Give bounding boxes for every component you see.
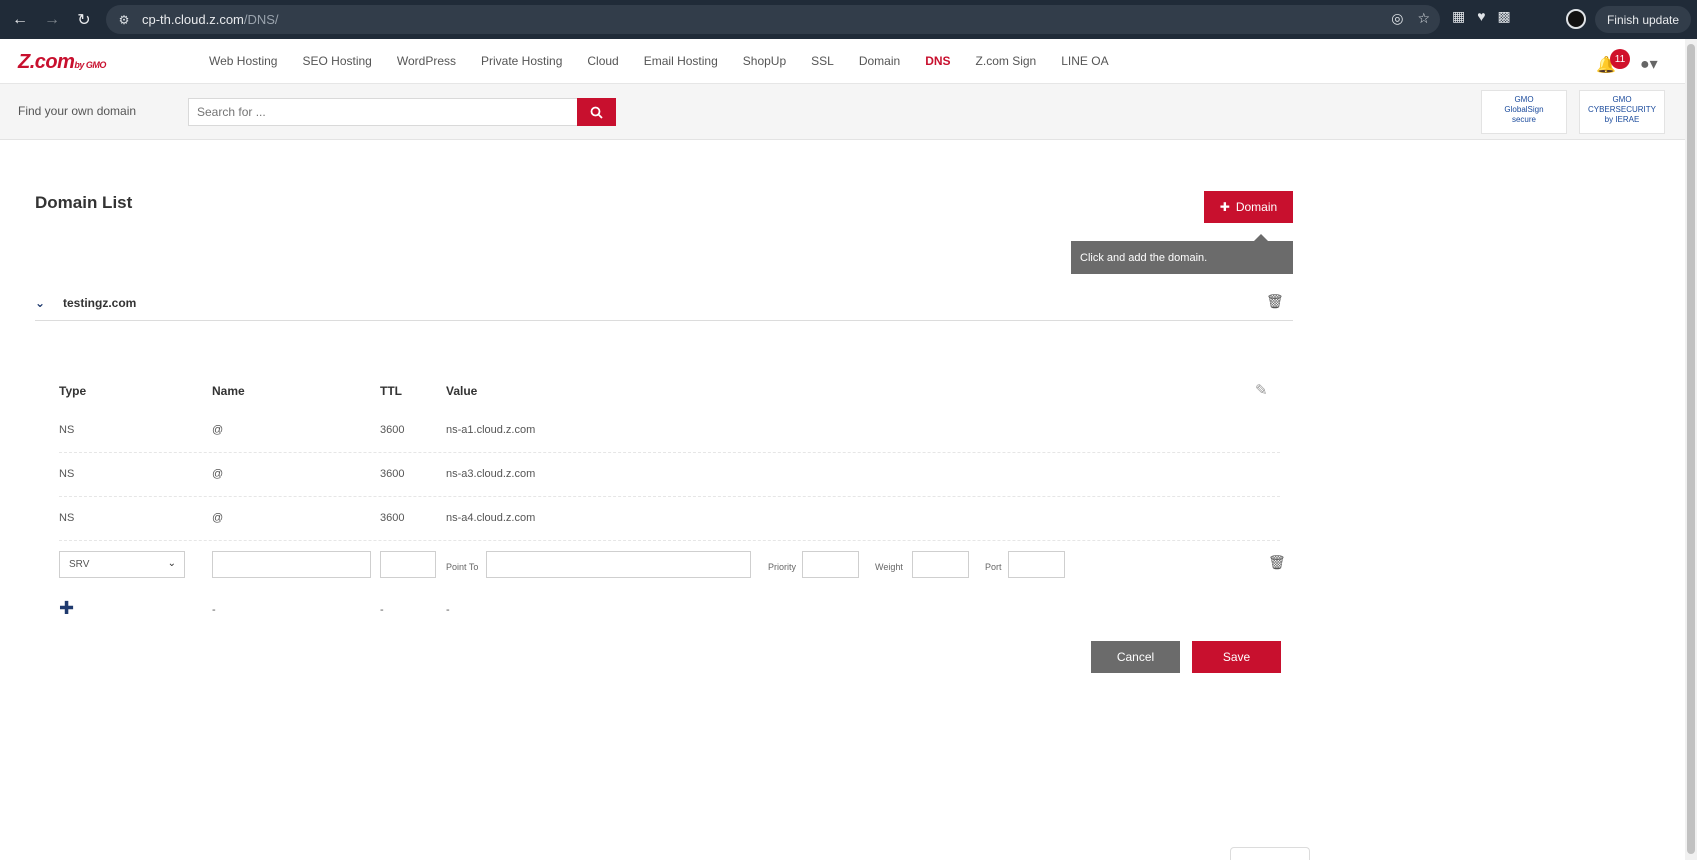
record-name: @	[212, 424, 224, 436]
puzzle-icon[interactable]: ▩	[1498, 8, 1511, 25]
add-record-row: ✚ - - -	[59, 598, 1280, 620]
user-icon[interactable]: ●▾	[1640, 54, 1658, 74]
nav-web-hosting[interactable]: Web Hosting	[209, 54, 277, 68]
zcom-logo[interactable]: Z.comby GMO	[18, 51, 106, 74]
domain-accordion-header[interactable]: ⌄ testingz.com 🗑	[35, 290, 1293, 321]
record-value: ns-a1.cloud.z.com	[446, 424, 536, 436]
weight-input[interactable]	[912, 551, 969, 578]
record-ttl-input[interactable]	[380, 551, 436, 578]
table-row: NS @ 3600 ns-a1.cloud.z.com	[59, 409, 1280, 453]
nav-domain[interactable]: Domain	[859, 54, 900, 68]
weight-label: Weight	[875, 562, 903, 572]
nav-private-hosting[interactable]: Private Hosting	[481, 54, 562, 68]
point-to-label: Point To	[446, 562, 479, 572]
add-domain-button[interactable]: ✚ Domain	[1204, 191, 1293, 223]
record-name-input[interactable]	[212, 551, 371, 578]
port-label: Port	[985, 562, 1002, 572]
notification-badge: 11	[1610, 49, 1630, 69]
record-value: ns-a4.cloud.z.com	[446, 512, 536, 524]
save-button[interactable]: Save	[1192, 641, 1281, 673]
forward-icon[interactable]: →	[40, 8, 64, 32]
url-text: cp-th.cloud.z.com/DNS/	[142, 12, 279, 27]
add-domain-tooltip: Click and add the domain.	[1071, 234, 1293, 274]
chevron-down-icon: ⌄	[167, 558, 176, 569]
scrollbar-thumb[interactable]	[1687, 44, 1695, 854]
finish-update-button[interactable]: Finish update	[1595, 6, 1691, 33]
add-row-value: -	[446, 604, 450, 616]
record-type-select[interactable]: SRV ⌄	[59, 551, 185, 578]
add-row-name: -	[212, 604, 216, 616]
cancel-button[interactable]: Cancel	[1091, 641, 1180, 673]
pencil-icon[interactable]: ✎	[1255, 381, 1268, 399]
browser-toolbar: ← → ↻ ⚙ cp-th.cloud.z.com/DNS/ ◎ ☆ ▦ ♥ ▩…	[0, 0, 1697, 39]
priority-label: Priority	[768, 562, 797, 572]
nav-cloud[interactable]: Cloud	[587, 54, 618, 68]
point-to-input[interactable]	[486, 551, 751, 578]
main-nav: Web Hosting SEO Hosting WordPress Privat…	[209, 54, 1134, 68]
search-button[interactable]	[577, 98, 616, 126]
nav-email-hosting[interactable]: Email Hosting	[644, 54, 718, 68]
nav-wordpress[interactable]: WordPress	[397, 54, 456, 68]
nav-seo-hosting[interactable]: SEO Hosting	[302, 54, 371, 68]
trash-icon[interactable]: 🗑	[1266, 293, 1284, 310]
record-ttl: 3600	[380, 424, 405, 436]
domain-name: testingz.com	[63, 296, 137, 310]
table-row: NS @ 3600 ns-a4.cloud.z.com	[59, 497, 1280, 541]
record-type: NS	[59, 468, 75, 480]
chevron-down-icon[interactable]: ⌄	[35, 296, 45, 310]
record-ttl: 3600	[380, 468, 405, 480]
eye-slash-icon[interactable]: ◎	[1391, 10, 1403, 27]
ierae-badge[interactable]: GMO CYBERSECURITY by IERAE	[1579, 90, 1665, 134]
nav-shopup[interactable]: ShopUp	[743, 54, 786, 68]
column-name: Name	[212, 384, 245, 398]
site-header: Z.comby GMO Web Hosting SEO Hosting Word…	[0, 39, 1685, 84]
nav-zcom-sign[interactable]: Z.com Sign	[976, 54, 1037, 68]
record-type: NS	[59, 512, 75, 524]
port-input[interactable]	[1008, 551, 1065, 578]
domain-search-input[interactable]	[188, 98, 578, 126]
back-icon[interactable]: ←	[8, 8, 32, 32]
search-label: Find your own domain	[18, 104, 137, 118]
page-title: Domain List	[35, 193, 133, 212]
priority-input[interactable]	[802, 551, 859, 578]
profile-avatar[interactable]	[1566, 9, 1586, 29]
column-type: Type	[59, 384, 87, 398]
table-row: NS @ 3600 ns-a3.cloud.z.com	[59, 453, 1280, 497]
address-bar[interactable]: ⚙ cp-th.cloud.z.com/DNS/ ◎ ☆	[106, 5, 1440, 34]
column-ttl: TTL	[380, 384, 402, 398]
record-value: ns-a3.cloud.z.com	[446, 468, 536, 480]
search-icon	[590, 106, 603, 119]
star-icon[interactable]: ☆	[1417, 10, 1430, 27]
nav-line-oa[interactable]: LINE OA	[1061, 54, 1108, 68]
plus-icon: ✚	[1219, 200, 1230, 214]
nav-ssl[interactable]: SSL	[811, 54, 834, 68]
reload-icon[interactable]: ↻	[72, 8, 96, 32]
domain-search-bar: Find your own domain GMO GlobalSign secu…	[0, 84, 1685, 140]
add-record-plus-icon[interactable]: ✚	[59, 598, 74, 619]
record-name: @	[212, 512, 224, 524]
new-record-row: SRV ⌄ Point To Priority Weight Port 🗑	[59, 551, 1286, 581]
add-row-ttl: -	[380, 604, 384, 616]
record-ttl: 3600	[380, 512, 405, 524]
record-name: @	[212, 468, 224, 480]
globalsign-badge[interactable]: GMO GlobalSign secure	[1481, 90, 1567, 134]
extension-badge-icon[interactable]: ♥	[1477, 8, 1485, 25]
site-settings-icon[interactable]: ⚙	[116, 12, 132, 28]
nav-dns[interactable]: DNS	[925, 54, 950, 68]
partial-element	[1230, 847, 1310, 860]
column-value: Value	[446, 384, 478, 398]
translate-icon[interactable]: ▦	[1452, 8, 1465, 25]
page-scrollbar[interactable]	[1685, 39, 1697, 860]
record-type: NS	[59, 424, 75, 436]
trash-icon[interactable]: 🗑	[1268, 554, 1286, 571]
